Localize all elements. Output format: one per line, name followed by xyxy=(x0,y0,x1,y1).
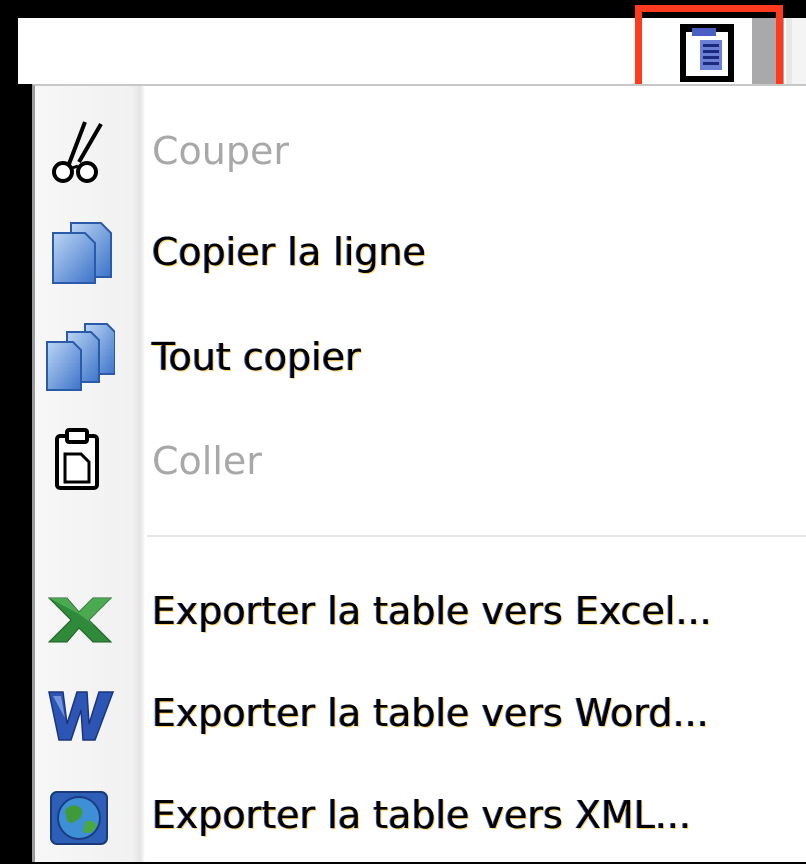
menu-separator xyxy=(147,535,806,537)
context-menu: Couper Copier la ligne Tout copier Colle… xyxy=(32,84,806,862)
menu-item-couper[interactable]: Couper xyxy=(35,102,806,200)
clipboard-list-icon[interactable] xyxy=(678,22,736,84)
menu-item-label: Tout copier xyxy=(152,335,361,379)
xml-globe-icon xyxy=(50,791,108,845)
copy-all-icon xyxy=(46,323,115,391)
menu-item-label: Exporter la table vers Excel... xyxy=(152,589,712,633)
scissors-icon xyxy=(52,121,103,183)
menu-item-label: Copier la ligne xyxy=(152,230,427,274)
copy-icon xyxy=(52,222,112,284)
menu-item-coller[interactable]: Coller xyxy=(35,412,806,510)
menu-item-copier-la-ligne[interactable]: Copier la ligne xyxy=(35,203,806,301)
toolbar-edge-right xyxy=(792,18,806,84)
menu-item-label: Exporter la table vers Word... xyxy=(152,691,709,735)
menu-item-label: Coller xyxy=(152,439,262,483)
paste-icon xyxy=(55,428,99,490)
menu-item-export-word[interactable]: Exporter la table vers Word... xyxy=(35,664,806,762)
menu-item-label: Exporter la table vers XML... xyxy=(152,793,692,837)
word-icon xyxy=(48,691,115,741)
menu-item-label: Couper xyxy=(152,129,289,173)
excel-icon xyxy=(47,597,113,643)
menu-item-export-xml[interactable]: Exporter la table vers XML... xyxy=(35,766,806,864)
toolbar xyxy=(0,0,806,103)
menu-item-tout-copier[interactable]: Tout copier xyxy=(35,308,806,406)
menu-item-export-excel[interactable]: Exporter la table vers Excel... xyxy=(35,562,806,660)
